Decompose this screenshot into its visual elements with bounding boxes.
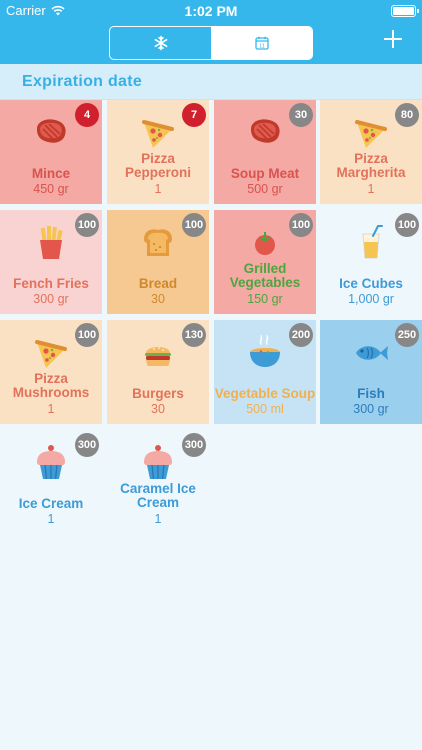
food-item-tile[interactable]: 100 Grilled Vegetables 150 gr bbox=[214, 210, 316, 314]
tomato-icon bbox=[245, 222, 285, 262]
days-left-badge: 100 bbox=[289, 213, 313, 237]
section-header: Expiration date bbox=[0, 64, 422, 100]
item-name: Mince bbox=[31, 166, 71, 181]
item-quantity: 500 ml bbox=[246, 402, 284, 416]
calendar-icon: 11 bbox=[254, 36, 269, 50]
food-item-tile[interactable]: 30 Soup Meat 500 gr bbox=[214, 100, 316, 204]
view-segmented-control: 11 bbox=[109, 26, 313, 60]
pizza-icon bbox=[31, 332, 71, 372]
days-left-badge: 100 bbox=[182, 213, 206, 237]
section-title: Expiration date bbox=[22, 73, 143, 90]
food-item-tile[interactable]: 100 Ice Cubes 1,000 gr bbox=[320, 210, 422, 314]
item-name: Pizza bbox=[354, 151, 388, 166]
item-quantity: 1 bbox=[367, 182, 375, 196]
item-quantity: 300 gr bbox=[33, 292, 69, 306]
item-name: Burgers bbox=[132, 386, 184, 401]
food-item-tile[interactable]: 80 Pizza Margherita 1 bbox=[320, 100, 422, 204]
days-left-badge: 300 bbox=[75, 433, 99, 457]
glass-icon bbox=[351, 222, 391, 262]
pizza-icon bbox=[138, 112, 178, 152]
fish-icon bbox=[351, 332, 391, 372]
pizza-icon bbox=[351, 112, 391, 152]
item-quantity: 30 bbox=[151, 402, 165, 416]
item-name: Grilled bbox=[243, 261, 287, 276]
bread-icon bbox=[138, 222, 178, 262]
item-name: Vegetable Soup bbox=[214, 386, 316, 401]
food-item-tile[interactable]: 100 Pizza Mushrooms 1 bbox=[0, 320, 102, 424]
burger-icon bbox=[138, 332, 178, 372]
item-name: Pizza bbox=[141, 151, 175, 166]
days-left-badge: 100 bbox=[395, 213, 419, 237]
food-item-tile[interactable]: 200 Vegetable Soup 500 ml bbox=[214, 320, 316, 424]
days-left-badge: 300 bbox=[182, 433, 206, 457]
item-name: Pizza bbox=[34, 371, 68, 386]
item-quantity: 300 gr bbox=[353, 402, 389, 416]
item-name: Bread bbox=[138, 276, 178, 291]
meat-icon bbox=[245, 112, 285, 152]
days-left-badge: 4 bbox=[75, 103, 99, 127]
item-name: Caramel Ice bbox=[120, 481, 196, 496]
days-left-badge: 30 bbox=[289, 103, 313, 127]
add-item-button[interactable] bbox=[382, 28, 404, 50]
soup-bowl-icon bbox=[245, 332, 285, 372]
item-name: Fench Fries bbox=[13, 276, 89, 291]
food-item-tile[interactable]: 300 Caramel Ice Cream 1 bbox=[107, 430, 209, 534]
food-item-tile[interactable]: 100 Fench Fries 300 gr bbox=[0, 210, 102, 314]
item-name: Soup Meat bbox=[230, 166, 300, 181]
meat-icon bbox=[31, 112, 71, 152]
calendar-day: 11 bbox=[259, 44, 265, 50]
food-item-tile[interactable]: 300 Ice Cream 1 bbox=[0, 430, 102, 534]
item-quantity: 1 bbox=[154, 182, 162, 196]
item-quantity: 1,000 gr bbox=[348, 292, 394, 306]
food-item-tile[interactable]: 130 Burgers 30 bbox=[107, 320, 209, 424]
item-name: Cream bbox=[136, 495, 180, 510]
item-quantity: 500 gr bbox=[247, 182, 283, 196]
item-name: Pepperoni bbox=[124, 165, 191, 180]
item-name: Ice Cubes bbox=[339, 276, 403, 291]
nav-bar: 11 bbox=[0, 22, 422, 64]
snowflake-icon bbox=[154, 35, 167, 51]
item-name: Margherita bbox=[336, 165, 406, 180]
days-left-badge: 130 bbox=[182, 323, 206, 347]
item-name: Ice Cream bbox=[18, 496, 84, 511]
days-left-badge: 80 bbox=[395, 103, 419, 127]
days-left-badge: 250 bbox=[395, 323, 419, 347]
cupcake-icon bbox=[138, 442, 178, 482]
food-item-tile[interactable]: 250 Fish 300 gr bbox=[320, 320, 422, 424]
item-quantity: 150 gr bbox=[247, 292, 283, 306]
days-left-badge: 100 bbox=[75, 213, 99, 237]
battery-icon bbox=[391, 5, 419, 17]
item-quantity: 1 bbox=[154, 512, 162, 526]
days-left-badge: 100 bbox=[75, 323, 99, 347]
fries-icon bbox=[31, 222, 71, 262]
status-time: 1:02 PM bbox=[184, 3, 238, 19]
days-left-badge: 7 bbox=[182, 103, 206, 127]
segment-calendar[interactable]: 11 bbox=[211, 27, 312, 59]
cupcake-icon bbox=[31, 442, 71, 482]
item-name: Fish bbox=[357, 386, 385, 401]
item-quantity: 1 bbox=[47, 402, 55, 416]
item-quantity: 450 gr bbox=[33, 182, 69, 196]
food-item-tile[interactable]: 100 Bread 30 bbox=[107, 210, 209, 314]
item-name: Vegetables bbox=[229, 275, 301, 290]
segment-freezer[interactable] bbox=[110, 27, 211, 59]
status-bar: Carrier 1:02 PM bbox=[0, 0, 422, 22]
item-quantity: 1 bbox=[47, 512, 55, 526]
food-item-tile[interactable]: 4 Mince 450 gr bbox=[0, 100, 102, 204]
food-item-tile[interactable]: 7 Pizza Pepperoni 1 bbox=[107, 100, 209, 204]
item-name: Mushrooms bbox=[12, 385, 90, 400]
days-left-badge: 200 bbox=[289, 323, 313, 347]
item-quantity: 30 bbox=[151, 292, 165, 306]
